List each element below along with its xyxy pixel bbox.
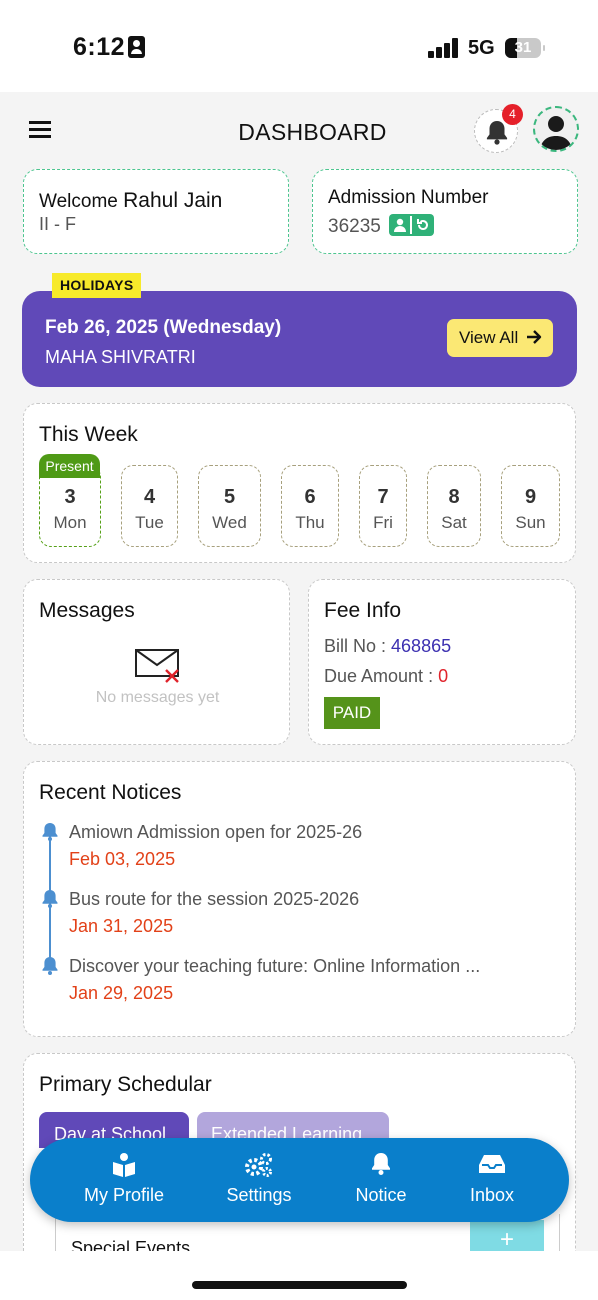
this-week-card: This Week Present 3 Mon 4 Tue 5 Wed 6 Th… <box>23 403 576 563</box>
paid-status-badge: PAID <box>324 697 380 729</box>
admission-actions <box>389 214 434 236</box>
user-icon[interactable] <box>392 217 408 233</box>
status-bar: 6:12 5G 31 <box>0 0 598 92</box>
gears-icon <box>245 1153 272 1177</box>
notice-item[interactable]: Discover your teaching future: Online In… <box>39 956 559 1012</box>
network-type: 5G <box>468 37 495 59</box>
holiday-banner: Feb 26, 2025 (Wednesday) MAHA SHIVRATRI … <box>22 291 577 387</box>
day-fri[interactable]: 7 Fri <box>359 465 407 547</box>
bottom-navigation: My Profile Settings Notice Inbox <box>30 1138 569 1222</box>
day-tue[interactable]: 4 Tue <box>121 465 178 547</box>
home-indicator[interactable] <box>192 1281 407 1289</box>
holiday-name: MAHA SHIVRATRI <box>45 347 196 367</box>
admission-number: 36235 <box>328 216 381 237</box>
bell-icon <box>372 1153 390 1175</box>
refresh-icon[interactable] <box>415 217 431 233</box>
fee-info-title: Fee Info <box>324 599 402 622</box>
bell-icon <box>42 823 58 841</box>
status-time: 6:12 <box>73 33 146 62</box>
notice-text: Discover your teaching future: Online In… <box>69 956 481 976</box>
battery-icon: 31 <box>505 38 545 58</box>
notice-item[interactable]: Amiown Admission open for 2025-26 Feb 03… <box>39 822 559 878</box>
day-sat[interactable]: 8 Sat <box>427 465 481 547</box>
nav-settings[interactable]: Settings <box>214 1138 304 1222</box>
notice-item[interactable]: Bus route for the session 2025-2026 Jan … <box>39 889 559 945</box>
nav-label: Settings <box>226 1185 292 1205</box>
student-class: II - F <box>39 214 76 234</box>
day-sun[interactable]: 9 Sun <box>501 465 560 547</box>
notice-date: Feb 03, 2025 <box>69 849 176 869</box>
view-all-label: View All <box>459 328 519 347</box>
due-amount: 0 <box>438 666 449 686</box>
notice-date: Jan 31, 2025 <box>69 916 174 936</box>
holiday-date: Feb 26, 2025 (Wednesday) <box>45 317 282 338</box>
id-card-icon <box>128 36 146 58</box>
nav-notice[interactable]: Notice <box>346 1138 416 1222</box>
admission-card: Admission Number 36235 <box>312 169 578 254</box>
notices-title: Recent Notices <box>39 781 182 804</box>
mail-off-icon <box>135 649 179 683</box>
messages-empty-text: No messages yet <box>95 689 220 706</box>
holidays-tag: HOLIDAYS <box>52 273 142 298</box>
day-thu[interactable]: 6 Thu <box>281 465 339 547</box>
welcome-label: Welcome <box>39 191 118 212</box>
bill-number-row: Bill No : 468865 <box>324 636 452 656</box>
recent-notices-card: Recent Notices Amiown Admission open for… <box>23 761 576 1037</box>
app-header: DASHBOARD <box>0 92 598 168</box>
nav-label: My Profile <box>83 1185 164 1205</box>
bill-number: 468865 <box>391 636 452 656</box>
bell-icon <box>42 890 58 908</box>
messages-card[interactable]: Messages No messages yet <box>23 579 290 745</box>
student-name: Rahul Jain <box>123 189 223 212</box>
messages-title: Messages <box>39 599 135 622</box>
nav-label: Notice <box>355 1185 407 1205</box>
notice-date: Jan 29, 2025 <box>69 983 174 1003</box>
battery-level: 31 <box>514 39 532 56</box>
present-tag: Present <box>39 454 100 478</box>
notice-text: Amiown Admission open for 2025-26 <box>69 822 363 842</box>
bell-icon <box>42 957 58 975</box>
nav-inbox[interactable]: Inbox <box>457 1138 527 1222</box>
arrow-right-icon <box>527 330 542 344</box>
notice-text: Bus route for the session 2025-2026 <box>69 889 360 909</box>
schedule-title: Primary Schedular <box>39 1073 212 1096</box>
avatar[interactable] <box>533 106 579 152</box>
welcome-card: Welcome Rahul Jain II - F <box>23 169 289 254</box>
this-week-title: This Week <box>39 423 138 446</box>
nav-label: Inbox <box>469 1185 515 1205</box>
user-avatar-icon <box>540 116 572 150</box>
day-wed[interactable]: 5 Wed <box>198 465 261 547</box>
fee-info-card[interactable]: Fee Info Bill No : 468865 Due Amount : 0… <box>308 579 576 745</box>
inbox-icon <box>479 1155 505 1173</box>
notification-badge: 4 <box>502 104 523 125</box>
bottom-safe-area <box>0 1251 598 1300</box>
due-amount-row: Due Amount : 0 <box>324 666 449 686</box>
signal-icon <box>428 38 460 58</box>
view-all-button[interactable]: View All <box>447 319 553 357</box>
nav-my-profile[interactable]: My Profile <box>74 1138 174 1222</box>
book-reader-icon <box>113 1153 135 1177</box>
admission-label: Admission Number <box>328 187 489 208</box>
